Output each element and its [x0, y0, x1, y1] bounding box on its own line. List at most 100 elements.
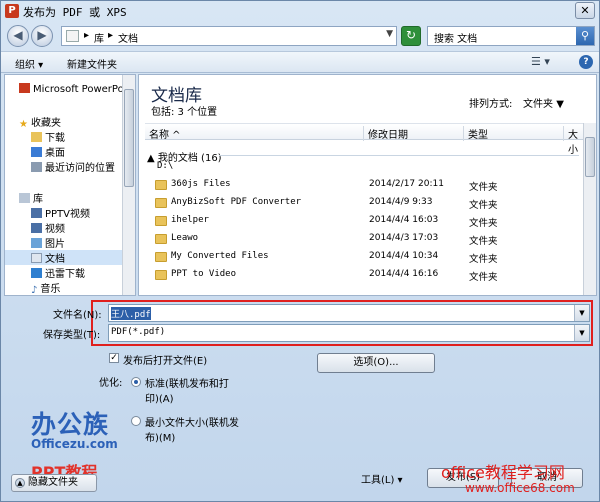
nav-item-thunder[interactable]: 迅雷下载	[31, 265, 85, 280]
file-name: My Converted Files	[171, 251, 269, 261]
nav-item-recent[interactable]: 最近访问的位置	[31, 159, 115, 174]
filename-field[interactable]: 王八.pdf ▼	[108, 304, 590, 322]
nav-label: Microsoft PowerPo	[33, 84, 124, 95]
organize-menu[interactable]: 组织 ▾	[15, 56, 43, 71]
nav-item-videos[interactable]: 视频	[31, 220, 65, 235]
folder-icon	[155, 252, 167, 262]
column-size[interactable]: 大小	[563, 126, 583, 156]
nav-label: 图片	[45, 239, 65, 250]
view-options-icon[interactable]: ☰ ▾	[531, 55, 550, 68]
chevron-down-icon[interactable]: ▼	[574, 325, 589, 341]
file-list-scroll-thumb[interactable]	[585, 137, 595, 177]
file-type: 文件夹	[469, 200, 498, 211]
download-folder-icon	[31, 132, 42, 142]
nav-label: 最近访问的位置	[45, 163, 115, 174]
file-type: 文件夹	[469, 236, 498, 247]
table-row[interactable]: 360js Files 2014/2/17 20:11 文件夹	[145, 176, 583, 194]
file-name: ihelper	[171, 215, 209, 225]
library-subtitle: 包括: 3 个位置	[151, 107, 218, 118]
table-row[interactable]: ihelper 2014/4/4 16:03 文件夹	[145, 212, 583, 230]
address-bar[interactable]: ▸ 库 ▸ 文档 ▼	[61, 26, 397, 46]
nav-item-powerpoint[interactable]: Microsoft PowerPo	[19, 83, 124, 98]
table-row[interactable]: My Converted Files 2014/4/4 10:34 文件夹	[145, 248, 583, 266]
help-icon[interactable]: ?	[579, 55, 593, 69]
desktop-icon	[31, 147, 42, 157]
video-library-icon	[31, 208, 42, 218]
nav-label: 迅雷下载	[45, 269, 85, 280]
open-after-checkbox[interactable]: ✓	[109, 353, 119, 363]
file-date: 2014/4/9 9:33	[369, 197, 433, 207]
search-icon[interactable]: ⚲	[576, 27, 594, 45]
file-date: 2014/4/3 17:03	[369, 233, 439, 243]
pictures-library-icon	[31, 238, 42, 248]
organize-label: 组织	[15, 60, 35, 71]
standard-label-line1: 标准(联机发布和打	[145, 379, 229, 390]
nav-label: PPTV视频	[45, 209, 91, 220]
chevron-down-icon[interactable]: ▼	[386, 29, 393, 39]
sort-label: 排列方式:	[469, 99, 513, 110]
new-folder-button[interactable]: 新建文件夹	[67, 56, 117, 71]
nav-scrollbar[interactable]	[122, 75, 135, 295]
nav-label: 下载	[45, 133, 65, 144]
nav-label: 音乐	[40, 284, 61, 295]
hide-folders-label: 隐藏文件夹	[28, 477, 78, 488]
watermark-url: www.office68.com	[465, 481, 575, 495]
refresh-icon: ↻	[405, 28, 417, 42]
nav-item-music[interactable]: ♪ 音乐	[31, 280, 60, 295]
options-button[interactable]: 选项(O)...	[317, 353, 435, 373]
back-button[interactable]: ◀	[7, 25, 29, 47]
close-button[interactable]: ✕	[575, 2, 595, 19]
minimum-label-line1: 最小文件大小(联机发	[145, 418, 239, 429]
refresh-button[interactable]: ↻	[401, 26, 421, 46]
nav-label: 文档	[45, 254, 65, 265]
column-type[interactable]: 类型	[463, 126, 563, 141]
breadcrumb-library[interactable]: 库	[94, 30, 104, 45]
nav-scroll-thumb[interactable]	[124, 89, 134, 187]
nav-item-libraries[interactable]: 库	[19, 190, 43, 205]
file-list-scrollbar[interactable]	[583, 123, 596, 295]
column-header-row: 名称 ^ 修改日期 类型 大小	[145, 123, 583, 156]
forward-button[interactable]: ▶	[31, 25, 53, 47]
nav-item-desktop[interactable]: 桌面	[31, 144, 65, 159]
nav-label: 视频	[45, 224, 65, 235]
folder-icon	[155, 216, 167, 226]
table-row[interactable]: AnyBizSoft PDF Converter 2014/4/9 9:33 文件夹	[145, 194, 583, 212]
minimum-radio[interactable]	[131, 416, 141, 426]
chevron-down-icon: ▼	[556, 99, 564, 110]
file-type: 文件夹	[469, 218, 498, 229]
file-date: 2014/4/4 16:16	[369, 269, 439, 279]
powerpoint-icon	[19, 83, 30, 93]
chevron-up-icon: ▲	[15, 478, 25, 488]
group-divider	[219, 155, 579, 156]
standard-radio[interactable]	[131, 377, 141, 387]
forward-arrow-icon: ▶	[37, 28, 47, 42]
search-input[interactable]: 搜索 文档 ⚲	[427, 26, 595, 46]
nav-item-pptv[interactable]: PPTV视频	[31, 205, 90, 220]
savetype-value: PDF(*.pdf)	[111, 327, 166, 337]
nav-item-pictures[interactable]: 图片	[31, 235, 65, 250]
tools-menu[interactable]: 工具(L) ▾	[361, 471, 403, 486]
search-placeholder: 搜索 文档	[434, 34, 478, 45]
file-date: 2014/4/4 16:03	[369, 215, 439, 225]
hide-folders-button[interactable]: ▲ 隐藏文件夹	[11, 474, 97, 492]
thunder-download-icon	[31, 268, 42, 278]
column-name[interactable]: 名称 ^	[145, 126, 365, 141]
filename-value: 王八.pdf	[111, 307, 151, 320]
file-type: 文件夹	[469, 254, 498, 265]
folder-icon	[155, 198, 167, 208]
savetype-select[interactable]: PDF(*.pdf) ▼	[108, 324, 590, 342]
nav-item-documents[interactable]: 文档	[31, 250, 65, 265]
back-arrow-icon: ◀	[13, 28, 23, 42]
filename-label: 文件名(N):	[53, 310, 102, 321]
nav-item-favorites[interactable]: ★ 收藏夹	[19, 114, 61, 130]
sort-dropdown[interactable]: 文件夹 ▼	[523, 95, 564, 110]
file-type: 文件夹	[469, 182, 498, 193]
table-row[interactable]: Leawo 2014/4/3 17:03 文件夹	[145, 230, 583, 248]
file-list-pane: 文档库 包括: 3 个位置 排列方式: 文件夹 ▼ 名称 ^ 修改日期 类型 大…	[138, 74, 597, 296]
breadcrumb-documents[interactable]: 文档	[118, 30, 138, 45]
nav-item-downloads[interactable]: 下载	[31, 129, 65, 144]
column-date[interactable]: 修改日期	[363, 126, 463, 141]
chevron-down-icon[interactable]: ▼	[574, 305, 589, 321]
folder-icon	[155, 270, 167, 280]
table-row[interactable]: PPT to Video 2014/4/4 16:16 文件夹	[145, 266, 583, 284]
